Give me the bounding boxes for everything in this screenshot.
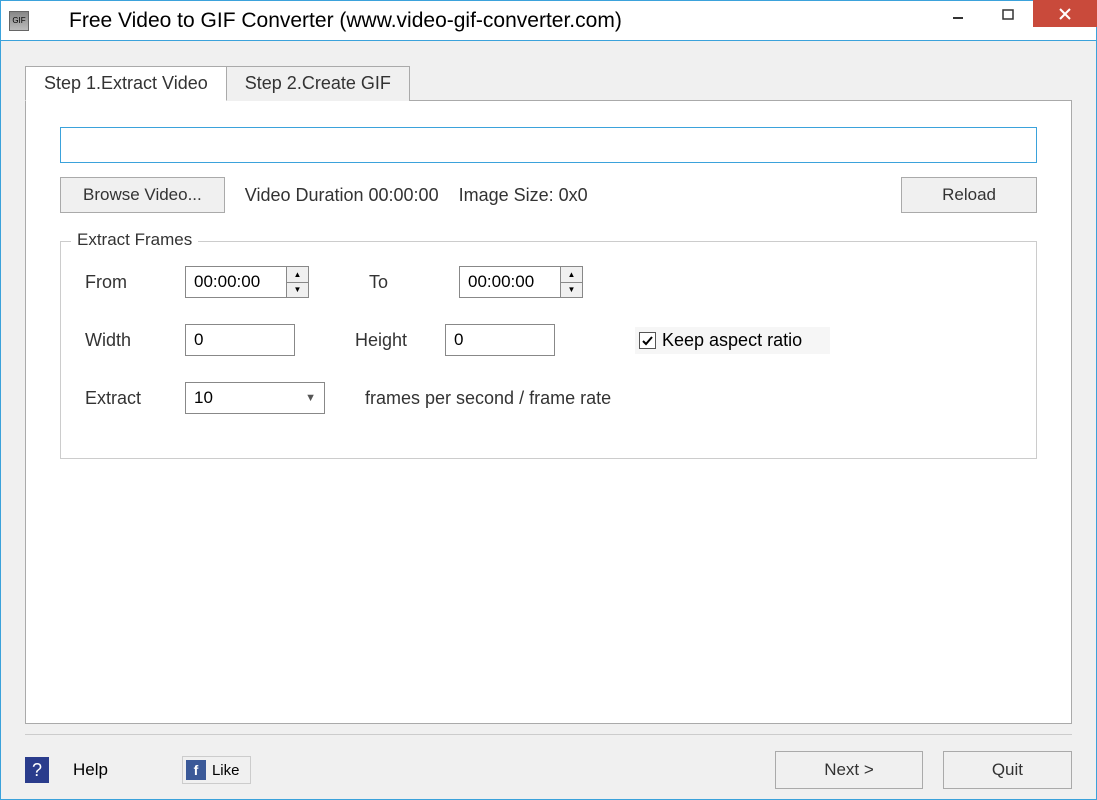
height-label: Height — [355, 330, 445, 351]
maximize-icon — [1002, 8, 1014, 20]
checkmark-icon — [641, 334, 654, 347]
window-controls — [933, 1, 1096, 40]
minimize-icon — [952, 8, 964, 20]
from-label: From — [85, 272, 185, 293]
chevron-down-icon: ▼ — [305, 392, 316, 404]
time-range-row: From ▲ ▼ To ▲ ▼ — [85, 266, 1012, 298]
app-icon: GIF — [9, 11, 29, 31]
from-spin-down[interactable]: ▼ — [287, 283, 308, 298]
keep-aspect-checkbox[interactable] — [639, 332, 656, 349]
reload-button[interactable]: Reload — [901, 177, 1037, 213]
close-icon — [1058, 7, 1072, 21]
height-input[interactable] — [445, 324, 555, 356]
file-row: Browse Video... Video Duration 00:00:00 … — [60, 177, 1037, 213]
from-time-input[interactable] — [186, 267, 286, 297]
titlebar: GIF Free Video to GIF Converter (www.vid… — [1, 1, 1096, 41]
width-input[interactable] — [185, 324, 295, 356]
extract-label: Extract — [85, 388, 185, 409]
like-label: Like — [212, 762, 240, 779]
extract-row: Extract 10 ▼ frames per second / frame r… — [85, 382, 1012, 414]
video-duration-label: Video Duration 00:00:00 — [245, 185, 439, 206]
keep-aspect-label: Keep aspect ratio — [662, 330, 802, 351]
from-spinner-buttons: ▲ ▼ — [286, 267, 308, 297]
image-size-label: Image Size: 0x0 — [459, 185, 588, 206]
tabs: Step 1.Extract Video Step 2.Create GIF — [25, 66, 1072, 101]
framerate-value: 10 — [194, 388, 213, 408]
extract-frames-group: Extract Frames From ▲ ▼ To ▲ — [60, 241, 1037, 459]
to-spinner-buttons: ▲ ▼ — [560, 267, 582, 297]
width-label: Width — [85, 330, 185, 351]
quit-button[interactable]: Quit — [943, 751, 1072, 789]
extract-frames-legend: Extract Frames — [71, 230, 198, 250]
framerate-select[interactable]: 10 ▼ — [185, 382, 325, 414]
facebook-icon: f — [186, 760, 206, 780]
facebook-like-button[interactable]: f Like — [182, 756, 251, 784]
to-time-input[interactable] — [460, 267, 560, 297]
content-area: Step 1.Extract Video Step 2.Create GIF B… — [1, 41, 1096, 799]
size-row: Width Height Keep aspect ratio — [85, 324, 1012, 356]
keep-aspect-checkbox-wrap[interactable]: Keep aspect ratio — [635, 327, 830, 354]
window-title: Free Video to GIF Converter (www.video-g… — [69, 9, 933, 33]
browse-video-button[interactable]: Browse Video... — [60, 177, 225, 213]
close-button[interactable] — [1033, 0, 1097, 27]
maximize-button[interactable] — [983, 1, 1033, 27]
file-path-input[interactable] — [60, 127, 1037, 163]
to-spin-up[interactable]: ▲ — [561, 267, 582, 283]
tab-panel-extract: Browse Video... Video Duration 00:00:00 … — [25, 100, 1072, 724]
to-label: To — [369, 272, 459, 293]
to-time-spinner[interactable]: ▲ ▼ — [459, 266, 583, 298]
app-window: GIF Free Video to GIF Converter (www.vid… — [0, 0, 1097, 800]
help-label[interactable]: Help — [73, 760, 108, 780]
tab-extract-video[interactable]: Step 1.Extract Video — [25, 66, 227, 101]
help-icon[interactable]: ? — [25, 757, 49, 783]
from-spin-up[interactable]: ▲ — [287, 267, 308, 283]
tab-create-gif[interactable]: Step 2.Create GIF — [227, 66, 410, 101]
next-button[interactable]: Next > — [775, 751, 923, 789]
minimize-button[interactable] — [933, 1, 983, 27]
footer-buttons: Next > Quit — [775, 751, 1072, 789]
from-time-spinner[interactable]: ▲ ▼ — [185, 266, 309, 298]
footer: ? Help f Like Next > Quit — [25, 734, 1072, 789]
to-spin-down[interactable]: ▼ — [561, 283, 582, 298]
framerate-suffix: frames per second / frame rate — [365, 388, 611, 409]
